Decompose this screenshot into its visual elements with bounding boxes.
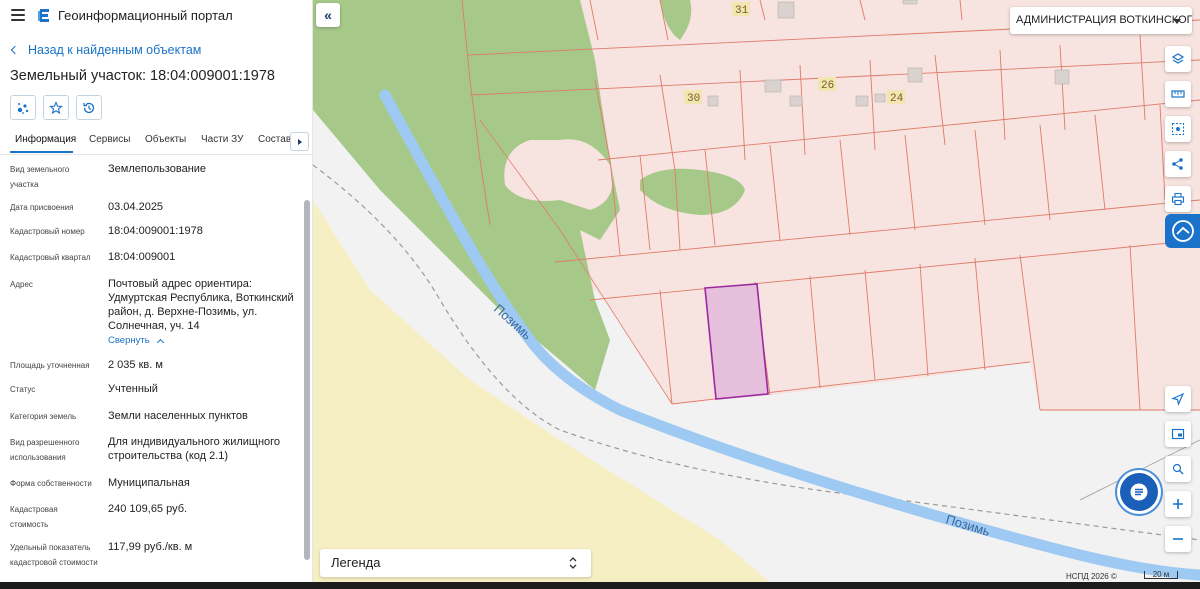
map-canvas[interactable]: Позимь Позимь 31 30 26 24 <box>313 0 1200 582</box>
map-view[interactable]: Позимь Позимь 31 30 26 24 <box>313 0 1200 582</box>
tab-information[interactable]: Информация <box>15 134 76 145</box>
ruler-button[interactable] <box>1165 81 1191 107</box>
cluster-select-button[interactable] <box>10 95 36 120</box>
field-value: Для индивидуального жилищного строительс… <box>108 436 281 462</box>
tabs-scroll-right-button[interactable] <box>290 132 309 151</box>
field-value: Учтенный <box>108 383 158 395</box>
top-bar: Геоинформационный портал <box>0 0 312 32</box>
portal-logo-icon <box>38 9 49 22</box>
field-value: Землепользование <box>108 163 207 175</box>
tab-composition[interactable]: Состав <box>258 134 291 145</box>
double-chevron-left-icon: « <box>324 7 332 23</box>
print-icon <box>1171 192 1185 206</box>
object-actions <box>10 95 102 120</box>
collapse-panel-button[interactable]: « <box>316 3 340 27</box>
expand-collapse-icon <box>569 557 577 569</box>
field-label: Статус <box>10 385 36 394</box>
selected-parcel[interactable] <box>704 283 769 400</box>
layers-button[interactable] <box>1165 46 1191 72</box>
locate-button[interactable] <box>1165 386 1191 412</box>
field-label: Вид разрешенного использования <box>10 438 80 462</box>
zoom-in-button[interactable] <box>1165 491 1191 517</box>
select-area-button[interactable] <box>1165 116 1191 142</box>
geo-search-button[interactable] <box>1165 456 1191 482</box>
collapse-address-link[interactable]: Свернуть <box>108 334 164 348</box>
os-taskbar <box>0 582 1200 589</box>
tab-parcel-parts[interactable]: Части ЗУ <box>201 134 243 145</box>
field-label: Кадастровая стоимость <box>10 505 58 529</box>
field-label: Кадастровый квартал <box>10 253 91 262</box>
cluster-select-icon <box>17 102 29 114</box>
back-to-results-link[interactable]: Назад к найденным объектам <box>10 43 202 57</box>
field-value: 2 035 кв. м <box>108 359 163 371</box>
locate-icon <box>1171 392 1185 406</box>
collapse-label: Свернуть <box>108 335 150 346</box>
history-button[interactable] <box>76 95 102 120</box>
select-area-icon <box>1171 122 1185 136</box>
chevron-right-icon <box>297 138 302 145</box>
scale-bar: 20 м <box>1144 571 1178 579</box>
object-title: Земельный участок: 18:04:009001:1978 <box>10 68 275 84</box>
house-number: 26 <box>821 80 834 92</box>
minimap-icon <box>1171 428 1185 440</box>
active-layer-button[interactable] <box>1165 214 1200 248</box>
zoom-in-icon <box>1173 499 1183 509</box>
house-number: 30 <box>687 93 700 105</box>
field-label: Форма собственности <box>10 479 92 488</box>
field-value: Земли населенных пунктов <box>108 410 248 422</box>
chevron-left-icon <box>10 45 20 55</box>
back-link-label: Назад к найденным объектам <box>28 43 202 57</box>
chevron-up-icon <box>156 338 164 347</box>
legend-toggle[interactable]: Легенда <box>320 549 591 577</box>
chat-button[interactable] <box>1120 473 1158 511</box>
info-list: Вид земельного участка Землепользование … <box>0 156 303 582</box>
legend-label: Легенда <box>331 555 381 570</box>
star-icon <box>49 100 63 114</box>
house-number: 24 <box>890 93 904 105</box>
field-label: Категория земель <box>10 412 77 421</box>
share-button[interactable] <box>1165 151 1191 177</box>
field-label: Площадь уточненная <box>10 361 90 370</box>
active-layer-icon <box>1171 220 1194 242</box>
field-value: Муниципальная <box>108 477 190 489</box>
field-label: Адрес <box>10 280 33 289</box>
zoom-out-button[interactable] <box>1165 526 1191 552</box>
field-value: 03.04.2025 <box>108 201 164 213</box>
minimap-button[interactable] <box>1165 421 1191 447</box>
field-label: Дата присвоения <box>10 203 74 212</box>
print-button[interactable] <box>1165 186 1191 212</box>
object-panel: Геоинформационный портал Назад к найденн… <box>0 0 313 582</box>
panel-scrollbar[interactable] <box>304 200 310 560</box>
field-label: Вид земельного участка <box>10 165 70 189</box>
history-icon <box>83 102 95 113</box>
map-attribution: НСПД 2026 © <box>1066 572 1117 581</box>
field-value: 240 109,65 руб. <box>108 503 188 515</box>
favorite-button[interactable] <box>43 95 69 120</box>
region-select[interactable]: АДМИНИСТРАЦИЯ ВОТКИНСКОГО РАЙОНА <box>1010 7 1192 34</box>
app-title: Геоинформационный портал <box>58 8 233 23</box>
region-select-value: АДМИНИСТРАЦИЯ ВОТКИНСКОГО РАЙОНА <box>1016 14 1192 26</box>
chat-icon <box>1130 483 1148 501</box>
tab-services[interactable]: Сервисы <box>89 134 130 145</box>
info-tabs: Информация Сервисы Объекты Части ЗУ Сост… <box>0 127 312 155</box>
zoom-out-icon <box>1173 538 1183 540</box>
share-icon <box>1172 158 1183 170</box>
geo-search-icon <box>1172 463 1184 475</box>
menu-icon[interactable] <box>11 9 25 21</box>
field-value: 18:04:009001:1978 <box>108 225 203 237</box>
river-label: Позимь <box>944 512 992 540</box>
chevron-down-icon <box>1173 19 1181 24</box>
house-number: 31 <box>735 5 749 17</box>
field-value: 18:04:009001 <box>108 251 176 263</box>
field-value: 117,99 руб./кв. м <box>108 541 193 553</box>
field-value: Почтовый адрес ориентира: Удмуртская Рес… <box>108 277 298 348</box>
ruler-icon <box>1171 90 1185 98</box>
layers-icon <box>1171 53 1185 64</box>
tab-objects[interactable]: Объекты <box>145 134 186 145</box>
field-label: Кадастровый номер <box>10 227 85 236</box>
active-tab-indicator <box>10 151 73 153</box>
address-text: Почтовый адрес ориентира: Удмуртская Рес… <box>108 278 294 332</box>
field-label: Удельный показатель кадастровой стоимост… <box>10 543 98 567</box>
